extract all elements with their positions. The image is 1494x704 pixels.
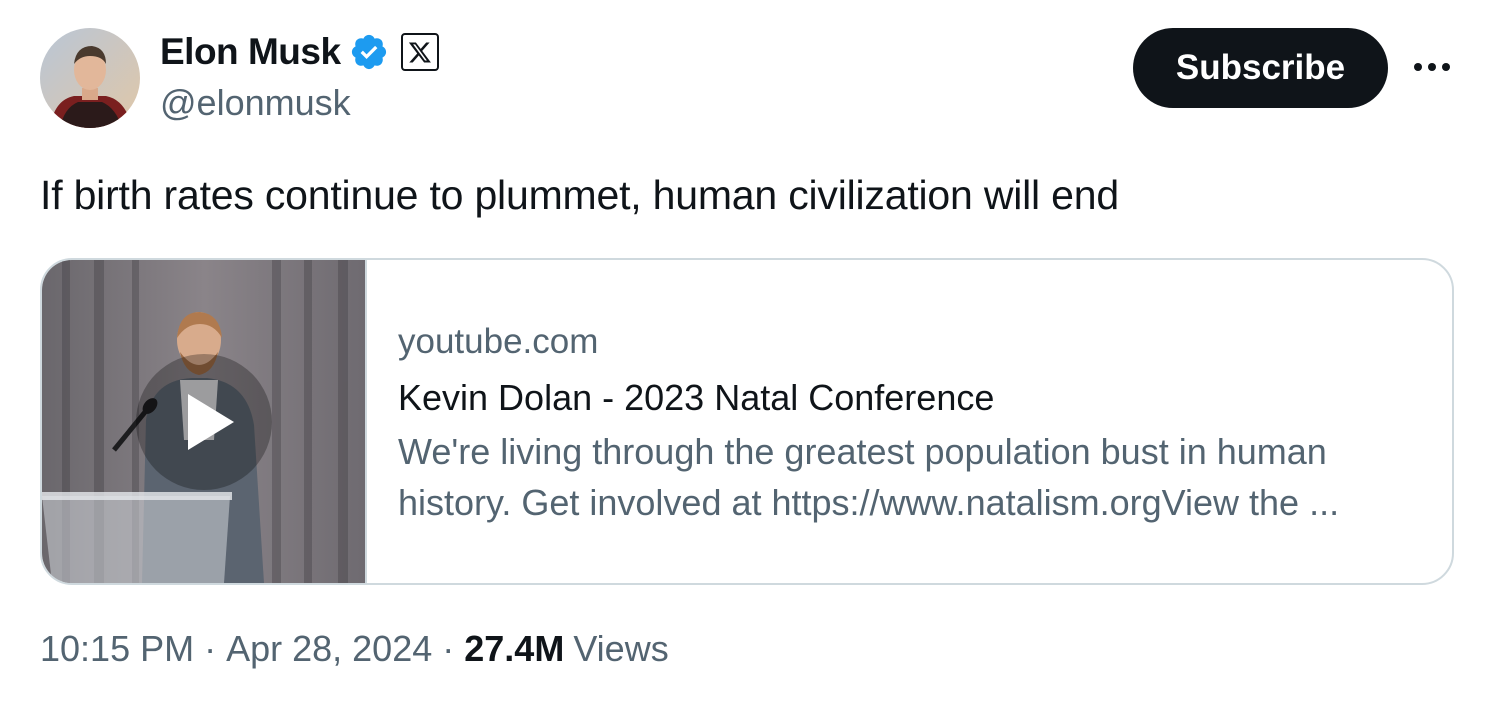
author-block: Elon Musk @elonmusk	[160, 30, 439, 124]
meta-separator: ·	[204, 628, 217, 669]
x-logo-icon	[408, 42, 431, 63]
affiliation-badge[interactable]	[400, 33, 439, 71]
tweet-date[interactable]: Apr 28, 2024	[226, 628, 432, 670]
link-preview-card[interactable]: youtube.com Kevin Dolan - 2023 Natal Con…	[40, 258, 1454, 585]
more-options-button[interactable]	[1410, 52, 1454, 82]
display-name[interactable]: Elon Musk	[160, 31, 341, 73]
user-handle[interactable]: @elonmusk	[160, 82, 439, 124]
video-thumbnail[interactable]	[42, 260, 367, 583]
tweet-meta: 10:15 PM · Apr 28, 2024 · 27.4M Views	[40, 628, 669, 670]
avatar[interactable]	[40, 28, 140, 128]
views-label: Views	[573, 628, 669, 669]
subscribe-button[interactable]: Subscribe	[1133, 28, 1388, 108]
verified-badge-icon[interactable]	[349, 32, 389, 72]
tweet-text: If birth rates continue to plummet, huma…	[40, 172, 1119, 218]
tweet-time[interactable]: 10:15 PM	[40, 628, 194, 670]
video-play-icon[interactable]	[136, 354, 272, 490]
avatar-image	[40, 28, 140, 128]
card-description: We're living through the greatest popula…	[398, 431, 1340, 523]
card-body: youtube.com Kevin Dolan - 2023 Natal Con…	[398, 318, 1418, 528]
name-row: Elon Musk	[160, 30, 439, 74]
views-count[interactable]: 27.4M	[464, 628, 564, 670]
meta-separator: ·	[442, 628, 455, 669]
card-title: Kevin Dolan - 2023 Natal Conference	[398, 377, 995, 418]
card-domain: youtube.com	[398, 322, 599, 361]
more-horizontal-icon	[1414, 63, 1450, 71]
